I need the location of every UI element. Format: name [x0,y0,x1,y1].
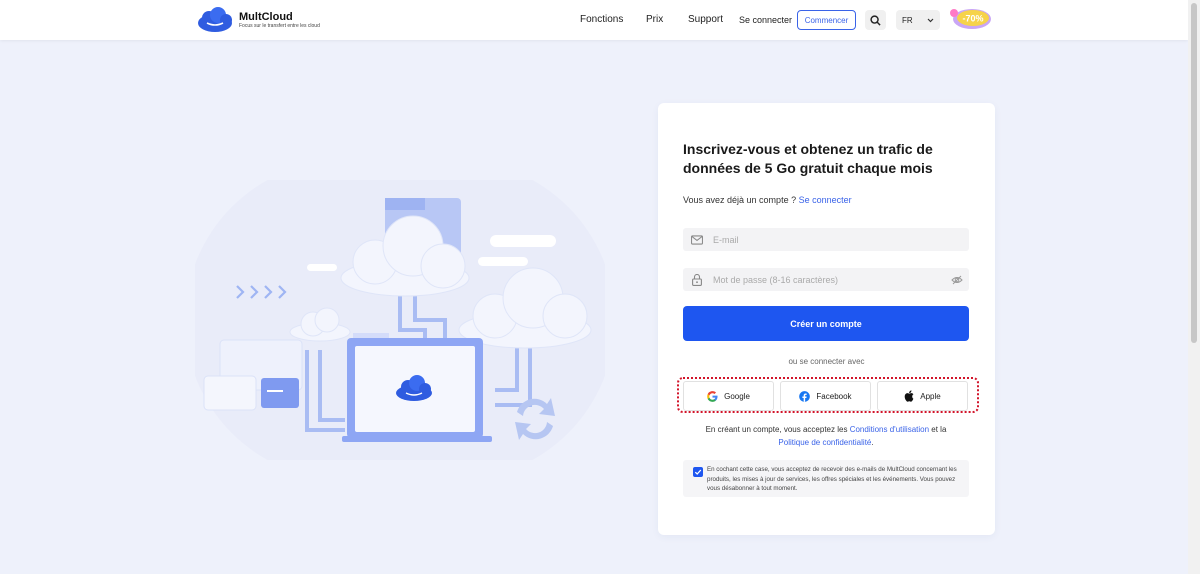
terms-and: et la [931,425,947,434]
signup-title: Inscrivez-vous et obtenez un trafic de d… [683,141,933,176]
brand-tagline: Focus sur le transfert entre les cloud [239,22,320,29]
promo-badge[interactable]: -70% [947,5,993,31]
eye-hidden-icon[interactable] [951,274,963,286]
facebook-icon [799,390,811,402]
login-link[interactable]: Se connecter [739,15,792,25]
nav-support[interactable]: Support [688,14,723,25]
brand-logo[interactable]: MultCloud Focus sur le transfert entre l… [195,6,320,34]
nav-fonctions[interactable]: Fonctions [580,14,623,25]
search-icon [870,14,881,26]
nav-prix[interactable]: Prix [646,14,663,25]
consent-checkbox[interactable] [693,467,703,477]
signin-link[interactable]: Se connecter [799,195,852,205]
google-label: Google [724,391,750,401]
language-value: FR [902,15,913,25]
top-navbar: MultCloud Focus sur le transfert entre l… [0,0,1188,40]
password-field[interactable] [683,268,969,291]
apple-login-button[interactable]: Apple [877,381,968,411]
terms-prefix: En créant un compte, vous acceptez les [705,425,848,434]
password-input[interactable] [713,274,943,285]
or-signin-with: ou se connecter avec [788,357,865,366]
promo-label: -70% [962,14,983,24]
create-account-button[interactable]: Créer un compte [683,306,969,341]
apple-label: Apple [920,391,941,401]
apple-icon [904,390,914,402]
terms-suffix: . [871,438,874,447]
have-account-text: Vous avez déjà un compte ? [683,195,797,205]
chevron-down-icon [927,18,934,22]
search-button[interactable] [865,10,886,30]
cloud-logo-icon [198,7,232,32]
google-login-button[interactable]: Google [683,381,774,411]
facebook-login-button[interactable]: Facebook [780,381,871,411]
scrollbar-thumb[interactable] [1191,3,1197,343]
email-consent: En cochant cette case, vous acceptez de … [683,460,969,497]
mail-icon [691,234,703,246]
language-select[interactable]: FR [896,10,940,30]
checkmark-icon [694,469,702,475]
have-account-line: Vous avez déjà un compte ? Se connecter [683,195,852,205]
consent-text: En cochant cette case, vous acceptez de … [707,466,957,492]
google-icon [707,390,718,402]
privacy-policy-link[interactable]: Politique de confidentialité [778,438,871,447]
terms-text: En créant un compte, vous acceptez les C… [683,423,969,449]
brand-name: MultCloud [239,10,293,23]
lock-icon [691,273,703,286]
email-input[interactable] [713,234,943,245]
facebook-label: Facebook [816,391,852,401]
start-button[interactable]: Commencer [797,10,856,30]
terms-of-use-link[interactable]: Conditions d'utilisation [850,425,929,434]
email-field[interactable] [683,228,969,251]
signup-card: Inscrivez-vous et obtenez un trafic de d… [658,103,995,535]
cloud-transfer-illustration [195,180,605,460]
